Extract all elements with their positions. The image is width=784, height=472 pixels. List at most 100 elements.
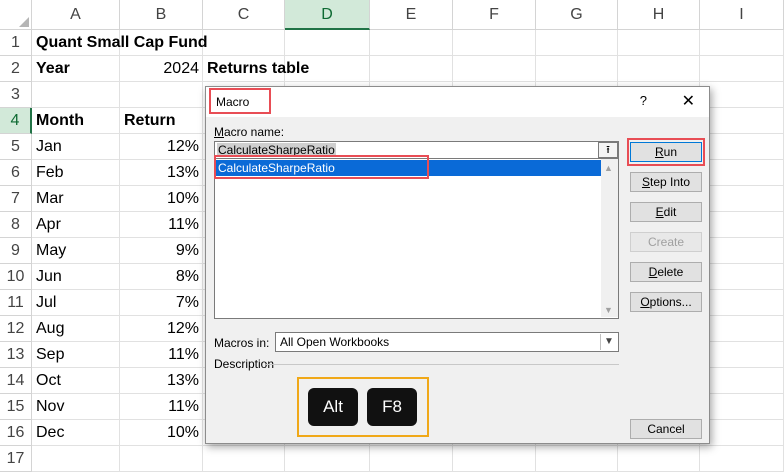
cell-i3[interactable] bbox=[700, 82, 784, 108]
cell-value-a1: Quant Small Cap Fund bbox=[36, 34, 208, 51]
column-header-f[interactable]: F bbox=[453, 0, 536, 30]
cell-i6[interactable] bbox=[700, 160, 784, 186]
cell-d17[interactable] bbox=[285, 446, 370, 472]
cell-value-b11: 7% bbox=[175, 294, 199, 311]
cell-h17[interactable] bbox=[618, 446, 700, 472]
cell-g17[interactable] bbox=[536, 446, 618, 472]
macros-in-label: Macros in: bbox=[214, 336, 269, 350]
edit-button[interactable]: Edit bbox=[630, 202, 702, 222]
cell-a17[interactable] bbox=[32, 446, 120, 472]
row-header-9[interactable]: 9 bbox=[0, 238, 32, 264]
select-all-corner[interactable] bbox=[0, 0, 32, 30]
cell-value-b9: 9% bbox=[175, 242, 199, 259]
row-header-1[interactable]: 1 bbox=[0, 30, 32, 56]
cell-i11[interactable] bbox=[700, 290, 784, 316]
cell-d1[interactable] bbox=[285, 30, 370, 56]
row-header-3[interactable]: 3 bbox=[0, 82, 32, 108]
cell-i2[interactable] bbox=[700, 56, 784, 82]
cell-f1[interactable] bbox=[453, 30, 536, 56]
column-header-c[interactable]: C bbox=[203, 0, 285, 30]
scroll-up-icon[interactable]: ▲ bbox=[604, 163, 613, 173]
cell-e1[interactable] bbox=[370, 30, 453, 56]
cell-h1[interactable] bbox=[618, 30, 700, 56]
row-header-2[interactable]: 2 bbox=[0, 56, 32, 82]
row-header-6[interactable]: 6 bbox=[0, 160, 32, 186]
column-header-d[interactable]: D bbox=[285, 0, 370, 30]
cell-h2[interactable] bbox=[618, 56, 700, 82]
up-arrow-icon[interactable]: ⭱ bbox=[598, 142, 618, 158]
close-icon[interactable]: ✕ bbox=[682, 91, 695, 111]
cell-value-a12: Aug bbox=[36, 320, 65, 337]
macros-in-label-text: Macros in: bbox=[214, 336, 270, 350]
cell-g2[interactable] bbox=[536, 56, 618, 82]
cell-i4[interactable] bbox=[700, 108, 784, 134]
scroll-down-icon[interactable]: ▼ bbox=[604, 305, 613, 315]
row-header-17[interactable]: 17 bbox=[0, 446, 32, 472]
column-header-e[interactable]: E bbox=[370, 0, 453, 30]
row-header-13[interactable]: 13 bbox=[0, 342, 32, 368]
cell-value-b15: 11% bbox=[168, 398, 199, 415]
create-button[interactable]: Create bbox=[630, 232, 702, 252]
cell-value-a13: Sep bbox=[36, 346, 65, 363]
cell-c17[interactable] bbox=[203, 446, 285, 472]
cell-g1[interactable] bbox=[536, 30, 618, 56]
delete-button[interactable]: Delete bbox=[630, 262, 702, 282]
row-header-15[interactable]: 15 bbox=[0, 394, 32, 420]
list-item-highlight-box bbox=[214, 155, 429, 179]
row-header-10[interactable]: 10 bbox=[0, 264, 32, 290]
row-header-12[interactable]: 12 bbox=[0, 316, 32, 342]
cell-i13[interactable] bbox=[700, 342, 784, 368]
column-header-b[interactable]: B bbox=[120, 0, 203, 30]
row-header-4[interactable]: 4 bbox=[0, 108, 32, 134]
cell-i5[interactable] bbox=[700, 134, 784, 160]
cell-c1[interactable] bbox=[203, 30, 285, 56]
row-header-7[interactable]: 7 bbox=[0, 186, 32, 212]
column-header-i[interactable]: I bbox=[700, 0, 784, 30]
row-header-5[interactable]: 5 bbox=[0, 134, 32, 160]
cell-f17[interactable] bbox=[453, 446, 536, 472]
cell-i9[interactable] bbox=[700, 238, 784, 264]
dialog-titlebar: Macro ? ✕ bbox=[206, 87, 709, 117]
macro-name-label: Macro name: bbox=[214, 125, 285, 139]
cell-i10[interactable] bbox=[700, 264, 784, 290]
alt-key: Alt bbox=[308, 388, 358, 426]
macros-in-select[interactable]: All Open Workbooks ▼ bbox=[275, 332, 619, 352]
cell-f2[interactable] bbox=[453, 56, 536, 82]
cell-value-a5: Jan bbox=[36, 138, 62, 155]
cell-i8[interactable] bbox=[700, 212, 784, 238]
cell-i14[interactable] bbox=[700, 368, 784, 394]
cell-i16[interactable] bbox=[700, 420, 784, 446]
options-button[interactable]: Options... bbox=[630, 292, 702, 312]
cell-value-b6: 13% bbox=[166, 164, 199, 181]
cell-value-b16: 10% bbox=[166, 424, 199, 441]
cell-i1[interactable] bbox=[700, 30, 784, 56]
list-scrollbar[interactable]: ▲ ▼ bbox=[601, 159, 618, 317]
macro-list[interactable]: CalculateSharpeRatio ▲ ▼ bbox=[214, 159, 619, 319]
column-header-h[interactable]: H bbox=[618, 0, 700, 30]
chevron-down-icon[interactable]: ▼ bbox=[600, 334, 617, 350]
cell-value-b13: 11% bbox=[168, 346, 199, 363]
cell-i15[interactable] bbox=[700, 394, 784, 420]
step-into-button[interactable]: Step Into bbox=[630, 172, 702, 192]
cell-i17[interactable] bbox=[700, 446, 784, 472]
row-header-11[interactable]: 11 bbox=[0, 290, 32, 316]
cancel-button[interactable]: Cancel bbox=[630, 419, 702, 439]
row-header-8[interactable]: 8 bbox=[0, 212, 32, 238]
cell-e2[interactable] bbox=[370, 56, 453, 82]
cell-value-b12: 12% bbox=[166, 320, 199, 337]
row-header-14[interactable]: 14 bbox=[0, 368, 32, 394]
cell-e17[interactable] bbox=[370, 446, 453, 472]
column-header-g[interactable]: G bbox=[536, 0, 618, 30]
column-header-a[interactable]: A bbox=[32, 0, 120, 30]
macro-dialog: Macro ? ✕ Macro name: CalculateSharpeRat… bbox=[205, 86, 710, 444]
row-header-16[interactable]: 16 bbox=[0, 420, 32, 446]
cell-a3[interactable] bbox=[32, 82, 120, 108]
cell-i7[interactable] bbox=[700, 186, 784, 212]
cell-value-a11: Jul bbox=[36, 294, 57, 311]
cell-b17[interactable] bbox=[120, 446, 203, 472]
help-icon[interactable]: ? bbox=[640, 93, 647, 108]
cell-b3[interactable] bbox=[120, 82, 203, 108]
f8-key: F8 bbox=[367, 388, 417, 426]
cell-i12[interactable] bbox=[700, 316, 784, 342]
cell-value-a10: Jun bbox=[36, 268, 62, 285]
